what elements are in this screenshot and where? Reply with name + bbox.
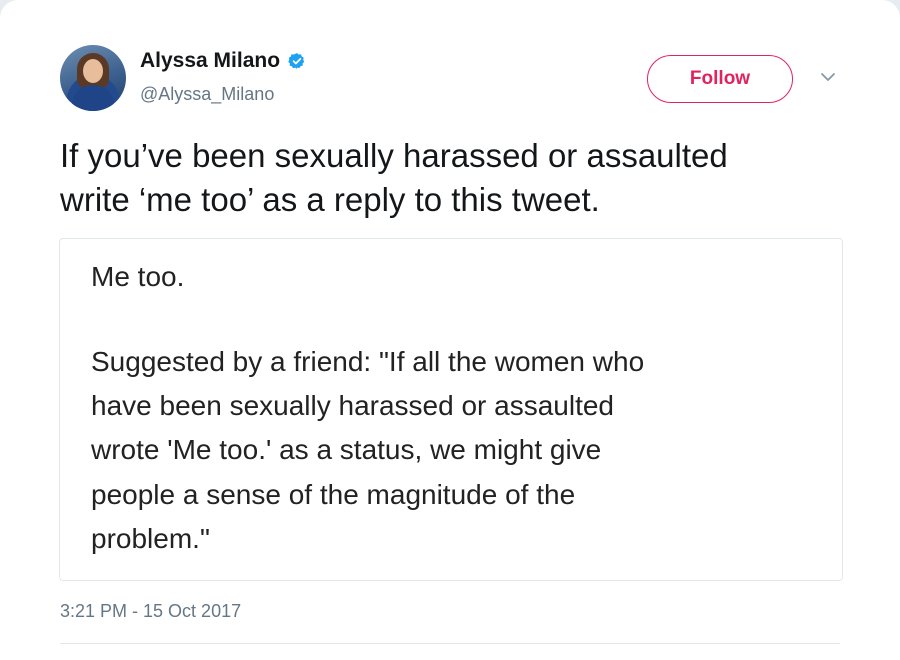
tweet-timestamp[interactable]: 3:21 PM - 15 Oct 2017 [60,601,241,622]
image-text-line: have been sexually harassed or assaulted [91,390,615,421]
author-name-row[interactable]: Alyssa Milano [140,49,306,73]
avatar[interactable] [60,45,126,111]
image-text-line: wrote 'Me too.' as a status, we might gi… [91,434,602,465]
author-display-name[interactable]: Alyssa Milano [140,49,280,73]
image-text-line: people a sense of the magnitude of the [91,479,576,510]
follow-button[interactable]: Follow [647,55,793,103]
tweet-text-line: If you’ve been sexually harassed or assa… [60,137,728,174]
tweet-image[interactable]: Me too. Suggested by a friend: "If all t… [59,238,843,581]
avatar-body [72,85,114,111]
tweet-text-line: write ‘me too’ as a reply to this tweet. [60,181,600,218]
image-text-line: Me too. [91,261,185,292]
image-text-line: problem." [91,523,210,554]
tweet-card: Alyssa Milano @Alyssa_Milano Follow If y… [0,0,900,660]
chevron-down-icon[interactable] [819,70,837,84]
author-handle[interactable]: @Alyssa_Milano [140,84,274,105]
divider [60,643,840,644]
avatar-face [83,59,103,83]
tweet-text: If you’ve been sexually harassed or assa… [60,134,860,222]
verified-badge-icon [288,52,306,70]
image-text-line: Suggested by a friend: "If all the women… [91,346,645,377]
